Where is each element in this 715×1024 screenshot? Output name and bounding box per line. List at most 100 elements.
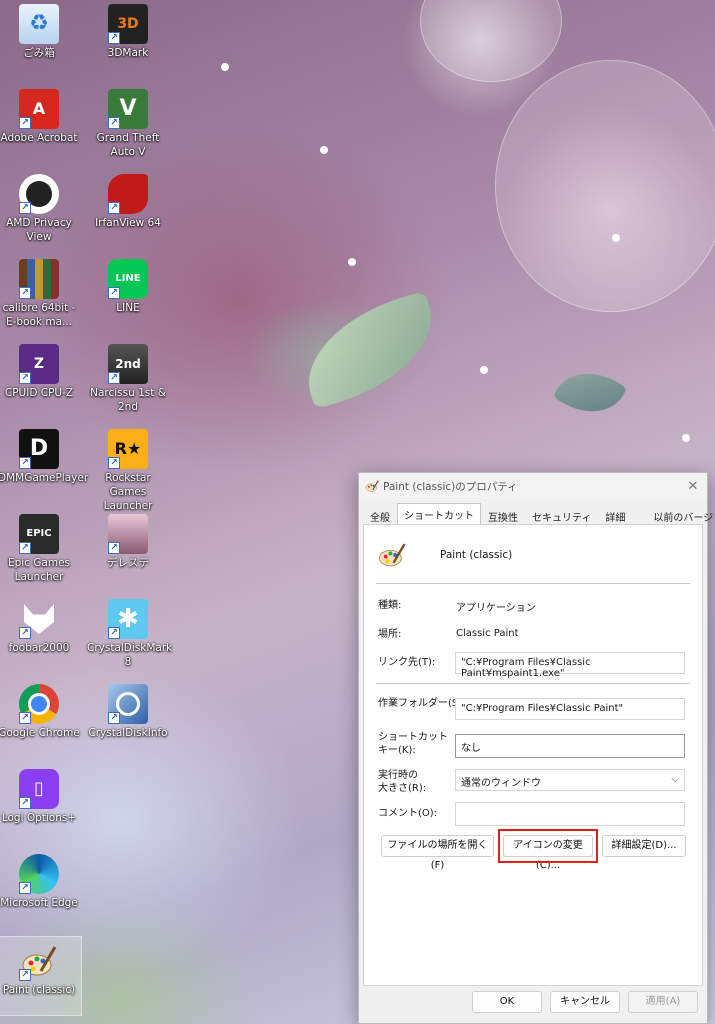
cpuz-glyph: Z xyxy=(33,356,45,372)
foobar-icon: ↗ xyxy=(19,599,59,639)
shortcut-panel: Paint (classic) 種類: アプリケーション 場所: Classic… xyxy=(363,524,703,986)
desktop-icon-label: Microsoft Edge xyxy=(0,897,78,909)
target-field[interactable]: "C:¥Program Files¥Classic Paint¥mspaint1… xyxy=(455,652,685,679)
desktop-icon-irfanview[interactable]: ↗ IrfanView 64 xyxy=(85,170,171,250)
desktop-icon-cpuz[interactable]: Z ↗ CPUID CPU-Z xyxy=(0,340,82,420)
desktop-icon-label: CrystalDiskMark 8 xyxy=(87,642,173,668)
shortcut-arrow-icon: ↗ xyxy=(108,542,120,554)
desktop-icon-logi-options[interactable]: ▯ ↗ Logi Options+ xyxy=(0,765,82,845)
desktop-icon-label: Rockstar Games Launcher xyxy=(103,472,153,512)
tab-strip: 全般 ショートカット 互換性 セキュリティ 詳細 以前のバージョン xyxy=(363,503,715,526)
close-icon[interactable]: ✕ xyxy=(679,479,707,494)
wallpaper-dot xyxy=(320,146,328,154)
paint-icon xyxy=(379,543,406,567)
shortcut-arrow-icon: ↗ xyxy=(19,372,31,384)
desktop-icon-label: Adobe Acrobat xyxy=(0,132,78,144)
desktop-icon-crystaldiskmark[interactable]: ✱ ↗ CrystalDiskMark 8 xyxy=(85,595,173,675)
epic-glyph: EPIC xyxy=(26,528,52,539)
paint-icon: ↗ xyxy=(19,941,59,981)
gta-glyph: V xyxy=(119,96,137,121)
3dmark-icon: 3D ↗ xyxy=(108,4,148,44)
desktop-icon-line[interactable]: LINE ↗ LINE xyxy=(85,255,171,335)
rockstar-glyph: R★ xyxy=(114,439,142,458)
chrome-icon: ↗ xyxy=(19,684,59,724)
shortcut-arrow-icon: ↗ xyxy=(108,372,120,384)
desktop-icon-crystaldiskinfo[interactable]: ↗ CrystalDiskInfo xyxy=(85,680,171,760)
run-size-label-line1: 実行時の xyxy=(378,770,418,781)
shortcut-arrow-icon: ↗ xyxy=(19,627,31,639)
shortcut-arrow-icon: ↗ xyxy=(19,797,31,809)
paint-icon xyxy=(365,480,379,492)
shortcut-key-label-line1: ショートカット xyxy=(378,732,448,743)
desktop-icon-label: IrfanView 64 xyxy=(95,217,161,229)
dereste-icon: ↗ xyxy=(108,514,148,554)
desktop-icon-microsoft-edge[interactable]: ↗ Microsoft Edge xyxy=(0,850,82,930)
wallpaper-dot xyxy=(221,63,229,71)
shortcut-arrow-icon: ↗ xyxy=(19,117,31,129)
app-name: Paint (classic) xyxy=(440,549,513,561)
app-header: Paint (classic) xyxy=(378,541,512,569)
desktop-icon-narcissu[interactable]: 2nd ↗ Narcissu 1st & 2nd xyxy=(85,340,171,420)
desktop-icon-label: Grand Theft Auto V xyxy=(96,132,160,158)
comment-field[interactable] xyxy=(455,802,685,826)
desktop-icon-label: Narcissu 1st & 2nd xyxy=(90,387,166,413)
desktop-icon-calibre[interactable]: ↗ calibre 64bit - E-book ma... xyxy=(0,255,82,335)
wallpaper-dot xyxy=(480,366,488,374)
dialog-titlebar[interactable]: Paint (classic)のプロパティ ✕ xyxy=(359,473,707,499)
logi-icon: ▯ ↗ xyxy=(19,769,59,809)
line-icon: LINE ↗ xyxy=(108,259,148,299)
run-size-label-line2: 大きさ(R): xyxy=(378,783,427,794)
desktop-icon-dmm[interactable]: D ↗ DMMGamePlayer xyxy=(0,425,88,505)
tab-shortcut[interactable]: ショートカット xyxy=(397,503,481,526)
wallpaper-dot xyxy=(348,258,356,266)
acrobat-glyph: A xyxy=(32,99,46,118)
desktop-icon-3dmark[interactable]: 3D ↗ 3DMark xyxy=(85,0,171,80)
crystaldiskmark-icon: ✱ ↗ xyxy=(108,599,148,639)
logi-glyph: ▯ xyxy=(34,778,44,799)
shortcut-arrow-icon: ↗ xyxy=(19,969,31,981)
calibre-icon: ↗ xyxy=(19,259,59,299)
shortcut-key-field[interactable]: なし xyxy=(455,734,685,758)
desktop-icon-recycle-bin[interactable]: ♻ ごみ箱 xyxy=(0,0,82,80)
apply-button[interactable]: 適用(A) xyxy=(628,991,698,1013)
properties-dialog: Paint (classic)のプロパティ ✕ 全般 ショートカット 互換性 セ… xyxy=(358,472,715,1024)
desktop-icon-paint-classic[interactable]: ↗ Paint (classic) xyxy=(0,936,82,1016)
desktop-icon-label: CPUID CPU-Z xyxy=(4,387,74,399)
divider xyxy=(376,683,690,684)
desktop-icon-foobar2000[interactable]: ↗ foobar2000 xyxy=(0,595,82,675)
desktop-icon-amd-privacy-view[interactable]: ↗ AMD Privacy View xyxy=(0,170,82,250)
rockstar-icon: R★ ↗ xyxy=(108,429,148,469)
desktop-icon-epic-games[interactable]: EPIC ↗ Epic Games Launcher xyxy=(0,510,82,590)
desktop-icon-dereste[interactable]: ↗ デレステ xyxy=(85,510,171,590)
line-glyph: LINE xyxy=(115,273,141,284)
open-file-location-button[interactable]: ファイルの場所を開く(F) xyxy=(381,835,494,871)
run-size-value: 通常のウィンドウ xyxy=(461,778,541,789)
type-label: 種類: xyxy=(378,600,402,611)
advanced-settings-button[interactable]: 詳細設定(D)... xyxy=(602,835,686,857)
desktop-icon-label: CrystalDiskInfo xyxy=(88,727,168,739)
desktop-icon-gta-v[interactable]: V ↗ Grand Theft Auto V xyxy=(85,85,171,165)
dialog-title: Paint (classic)のプロパティ xyxy=(383,480,518,493)
desktop-icon-label: デレステ xyxy=(107,557,149,569)
desktop-icon-adobe-acrobat[interactable]: A ↗ Adobe Acrobat xyxy=(0,85,82,165)
amd-privacy-icon: ↗ xyxy=(19,174,59,214)
desktop-icon-label: 3DMark xyxy=(107,47,149,59)
desktop-icon-label: Logi Options+ xyxy=(1,812,77,824)
shortcut-arrow-icon: ↗ xyxy=(108,457,120,469)
workdir-field[interactable]: "C:¥Program Files¥Classic Paint" xyxy=(455,698,685,720)
run-size-select[interactable]: 通常のウィンドウ ⌵ xyxy=(455,769,685,791)
workdir-label: 作業フォルダー(S): xyxy=(378,698,466,709)
cancel-button[interactable]: キャンセル xyxy=(550,991,620,1013)
desktop-icon-rockstar[interactable]: R★ ↗ Rockstar Games Launcher xyxy=(85,425,171,512)
3dmark-glyph: 3D xyxy=(117,16,139,32)
location-value: Classic Paint xyxy=(456,628,519,639)
shortcut-arrow-icon: ↗ xyxy=(108,202,120,214)
divider xyxy=(376,583,690,584)
wallpaper-dot xyxy=(682,434,690,442)
shortcut-arrow-icon: ↗ xyxy=(19,457,31,469)
crystaldiskinfo-icon: ↗ xyxy=(108,684,148,724)
desktop-icon-google-chrome[interactable]: ↗ Google Chrome xyxy=(0,680,82,760)
ok-button[interactable]: OK xyxy=(472,991,542,1013)
cpuz-icon: Z ↗ xyxy=(19,344,59,384)
desktop-icon-label: ごみ箱 xyxy=(23,47,55,59)
